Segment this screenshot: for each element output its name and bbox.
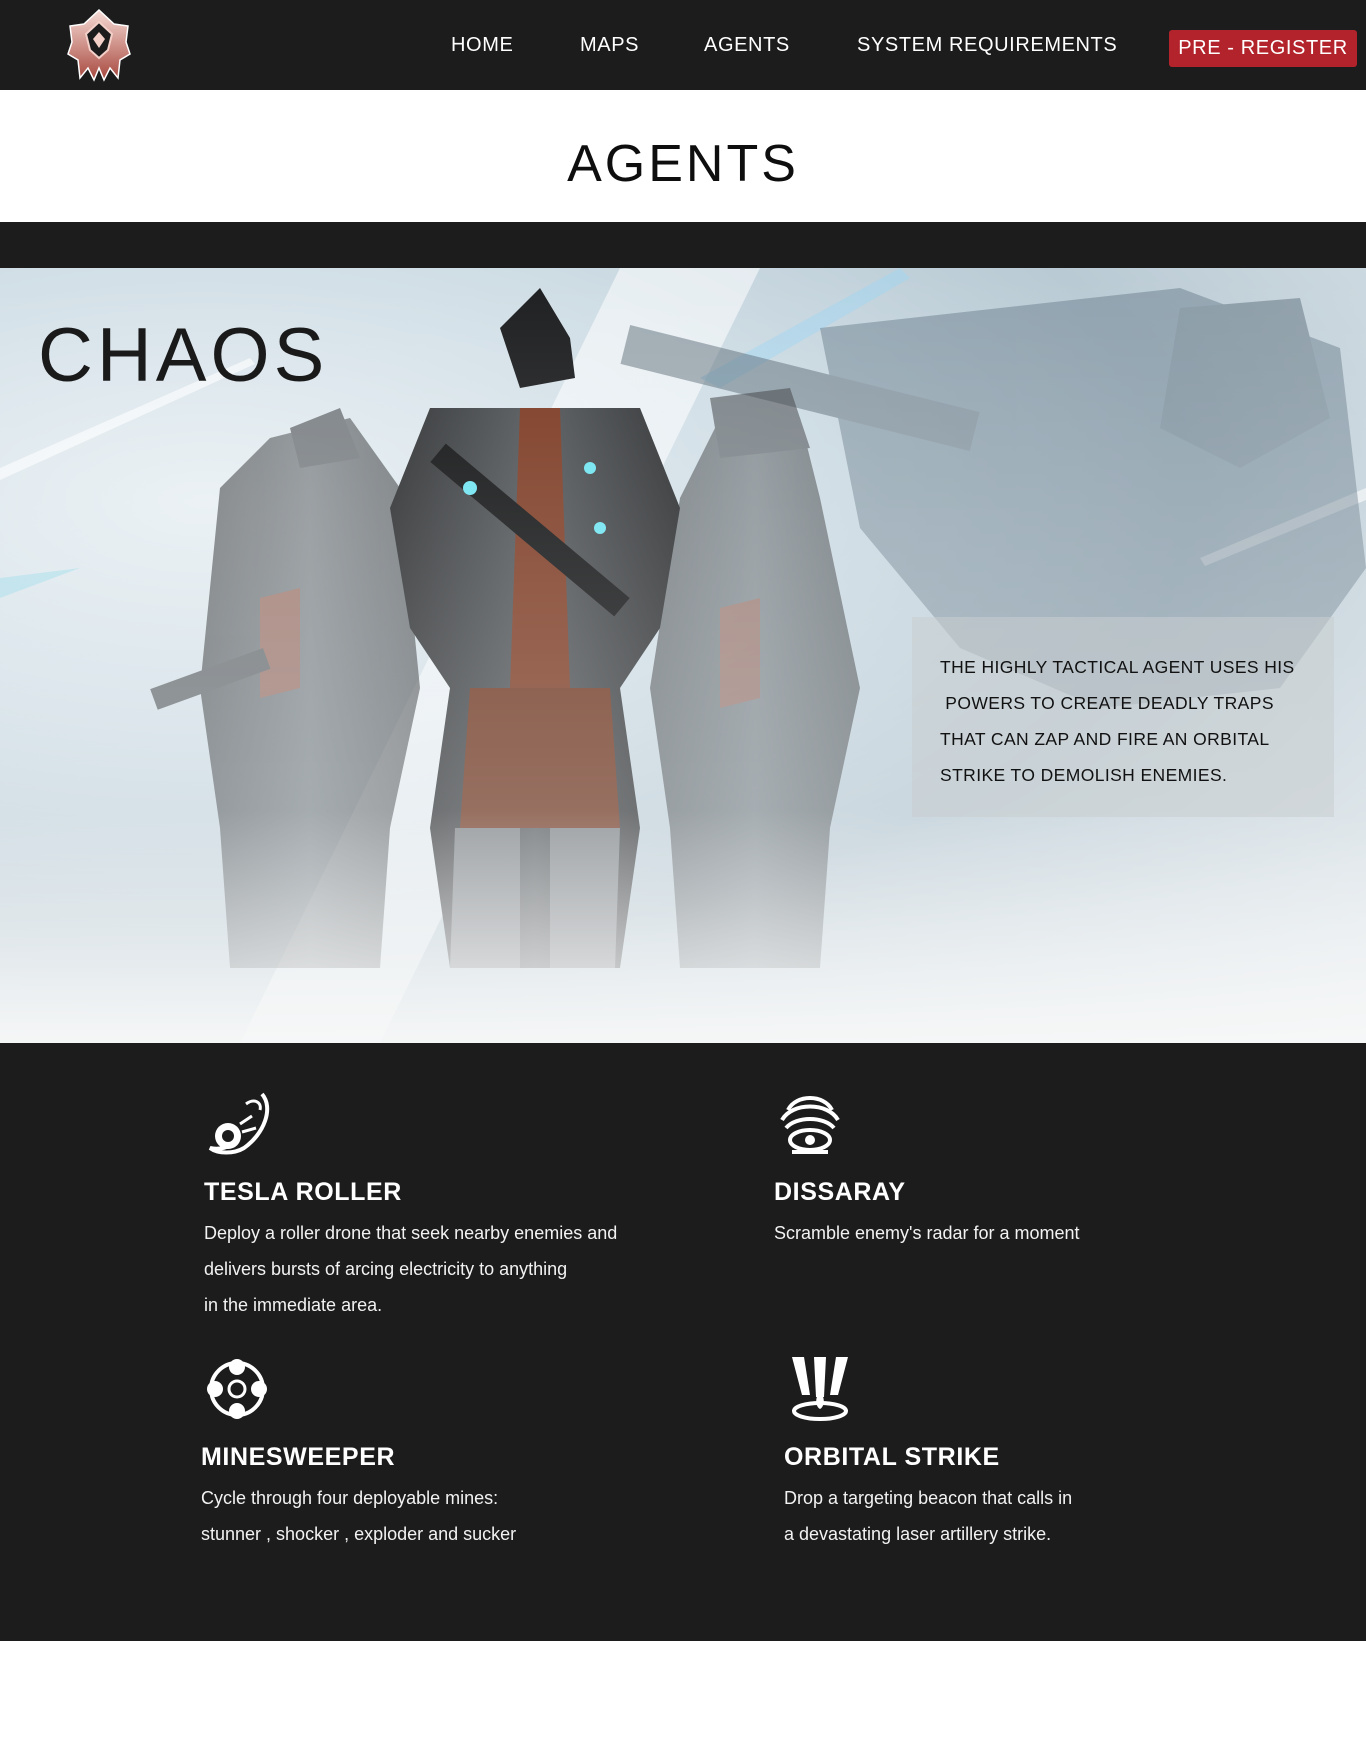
- page-title: AGENTS: [567, 135, 799, 193]
- agent-hero-banner: CHAOS THE HIGHLY TACTICAL AGENT USES HIS…: [0, 268, 1366, 1043]
- ability-description-line: Deploy a roller drone that seek nearby e…: [204, 1223, 618, 1243]
- ability-name: DISSARAY: [774, 1178, 906, 1206]
- ability-description: Scramble enemy's radar for a moment: [774, 1215, 1080, 1251]
- ability-description-line: Cycle through four deployable mines:: [201, 1488, 499, 1508]
- ability-description: Deploy a roller drone that seek nearby e…: [204, 1215, 617, 1323]
- dissaray-icon: [780, 1096, 840, 1154]
- ability-description-line: Scramble enemy's radar for a moment: [774, 1223, 1080, 1243]
- nav-maps-link[interactable]: MAPS: [580, 34, 639, 57]
- ability-name: ORBITAL STRIKE: [784, 1443, 1000, 1471]
- ability-dissaray: DISSARAY Scramble enemy's radar for a mo…: [774, 1088, 1080, 1251]
- agent-description-line: POWERS TO CREATE DEADLY TRAPS: [940, 693, 1274, 713]
- abilities-section: TESLA ROLLER Deploy a roller drone that …: [0, 1043, 1366, 1641]
- ability-orbital-strike: ORBITAL STRIKE Drop a targeting beacon t…: [784, 1353, 1072, 1552]
- nav-agents-link[interactable]: AGENTS: [704, 34, 790, 57]
- tesla-roller-icon: [208, 1092, 270, 1155]
- ability-description-line: a devastating laser artillery strike.: [784, 1524, 1052, 1544]
- ability-description-line: delivers bursts of arcing electricity to…: [204, 1259, 568, 1279]
- nav-system-requirements-link[interactable]: SYSTEM REQUIREMENTS: [857, 34, 1117, 57]
- agent-description-line: THE HIGHLY TACTICAL AGENT USES HIS: [940, 657, 1295, 677]
- main-nav: HOME MAPS AGENTS SYSTEM REQUIREMENTS: [0, 0, 1366, 90]
- nav-home-link[interactable]: HOME: [451, 34, 513, 57]
- ability-name: MINESWEEPER: [201, 1443, 396, 1471]
- ability-name: TESLA ROLLER: [204, 1178, 402, 1206]
- ability-tesla-roller: TESLA ROLLER Deploy a roller drone that …: [204, 1088, 617, 1323]
- section-divider: [0, 222, 1366, 268]
- minesweeper-icon: [207, 1359, 267, 1419]
- agent-description-line: THAT CAN ZAP AND FIRE AN ORBITAL: [940, 729, 1270, 749]
- ability-description-line: Drop a targeting beacon that calls in: [784, 1488, 1073, 1508]
- ability-description: Drop a targeting beacon that calls in a …: [784, 1480, 1072, 1552]
- ability-minesweeper: MINESWEEPER Cycle through four deployabl…: [201, 1353, 516, 1552]
- agent-description-line: STRIKE TO DEMOLISH ENEMIES.: [940, 765, 1228, 785]
- ability-description-line: stunner , shocker , exploder and sucker: [201, 1524, 517, 1544]
- agent-description-panel: THE HIGHLY TACTICAL AGENT USES HIS POWER…: [912, 617, 1334, 817]
- orbital-strike-icon: [792, 1357, 848, 1421]
- pre-register-button[interactable]: PRE - REGISTER: [1169, 30, 1357, 67]
- agent-name: CHAOS: [38, 313, 329, 398]
- ability-description: Cycle through four deployable mines: stu…: [201, 1480, 516, 1552]
- ability-description-line: in the immediate area.: [204, 1295, 383, 1315]
- top-navigation-bar: HOME MAPS AGENTS SYSTEM REQUIREMENTS PRE…: [0, 0, 1366, 90]
